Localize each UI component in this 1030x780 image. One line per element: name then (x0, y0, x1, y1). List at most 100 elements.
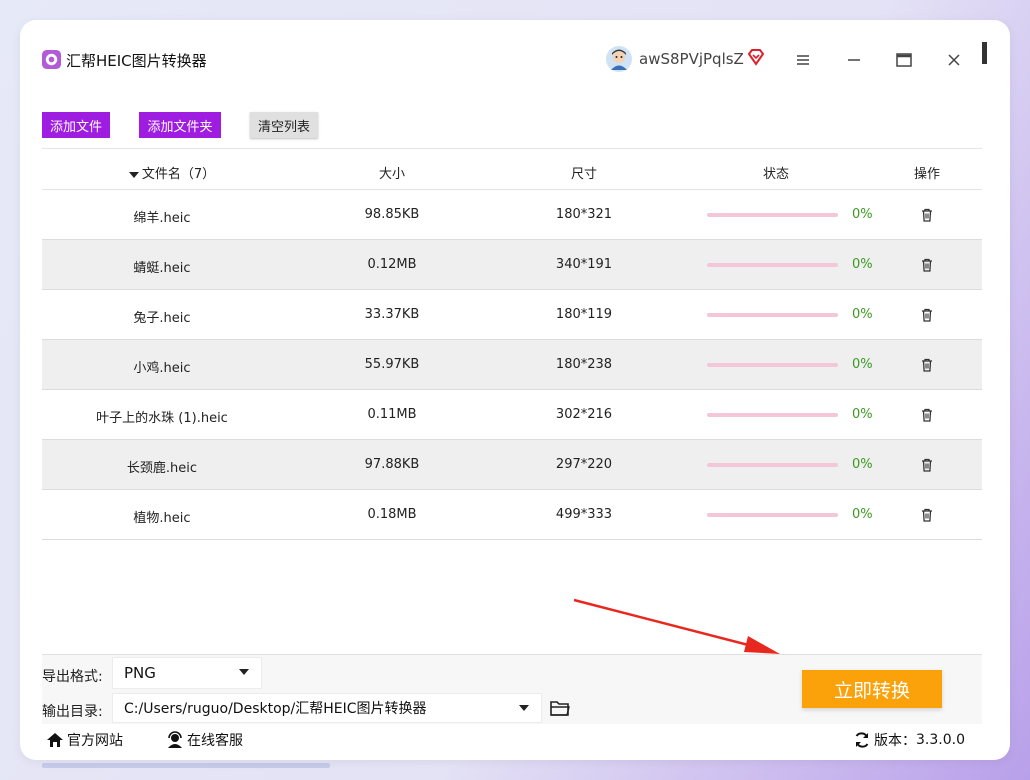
file-size: 0.12MB (367, 257, 417, 272)
progress-bar (707, 213, 838, 217)
file-size: 0.18MB (367, 507, 417, 522)
username[interactable]: awS8PVjPqlsZ (639, 50, 744, 68)
header-action: 操作 (913, 167, 940, 182)
annotation-arrow (573, 598, 780, 654)
progress-percent: 0% (852, 207, 873, 222)
delete-button[interactable] (919, 457, 935, 473)
table-row[interactable]: 小鸡.heic 55.97KB 180*238 0% (42, 340, 982, 390)
file-dimension: 180*119 (555, 307, 613, 322)
version-info: 版本： 3.3.0.0 (853, 730, 965, 750)
file-name: 小鸡.heic (133, 361, 191, 376)
trash-icon (919, 457, 935, 473)
table-row[interactable]: 植物.heic 0.18MB 499*333 0% (42, 490, 982, 540)
progress-bar (707, 513, 838, 517)
home-icon (47, 733, 63, 747)
version-value: 3.3.0.0 (916, 732, 965, 748)
title-bar: 汇帮HEIC图片转换器 awS8PVjPqlsZ (42, 44, 982, 76)
header-size: 大小 (378, 167, 405, 182)
progress-bar (707, 463, 838, 467)
format-value: PNG (124, 664, 156, 682)
maximize-button[interactable] (892, 48, 916, 72)
file-name: 长颈鹿.heic (126, 461, 198, 476)
output-dir-select[interactable]: C:/Users/ruguo/Desktop/汇帮HEIC图片转换器 (112, 693, 542, 723)
clear-list-button[interactable]: 清空列表 (250, 112, 318, 138)
add-file-button[interactable]: 添加文件 (42, 112, 110, 138)
file-dimension: 340*191 (555, 257, 613, 272)
file-name: 兔子.heic (133, 311, 191, 326)
chevron-down-icon (239, 669, 249, 675)
footer: 官方网站 在线客服 版本： 3.3.0.0 (42, 726, 982, 756)
delete-button[interactable] (919, 307, 935, 323)
progress-bar (707, 413, 838, 417)
file-name: 叶子上的水珠 (1).heic (96, 411, 228, 426)
progress-bar (707, 313, 838, 317)
trash-icon (919, 207, 935, 223)
close-button[interactable] (942, 48, 966, 72)
trash-icon (919, 407, 935, 423)
file-dimension: 180*321 (555, 207, 613, 222)
format-label: 导出格式: (42, 669, 103, 685)
app-content: 汇帮HEIC图片转换器 awS8PVjPqlsZ 添加文件 添加文件夹 清空列表… (42, 44, 982, 749)
menu-icon (797, 55, 809, 65)
delete-button[interactable] (919, 357, 935, 373)
progress-bar (707, 263, 838, 267)
add-folder-button[interactable]: 添加文件夹 (139, 112, 221, 138)
format-select[interactable]: PNG (112, 657, 262, 689)
file-size: 0.11MB (367, 407, 417, 422)
header-status: 状态 (762, 167, 789, 182)
progress-percent: 0% (852, 457, 873, 472)
delete-button[interactable] (919, 257, 935, 273)
convert-now-button[interactable]: 立即转换 (802, 670, 942, 708)
maximize-icon (896, 53, 912, 67)
scrollbar-thumb[interactable] (982, 42, 987, 64)
file-size: 98.85KB (364, 207, 420, 222)
file-name: 植物.heic (133, 511, 191, 526)
vip-diamond-icon[interactable] (747, 48, 765, 66)
official-website-link[interactable]: 官方网站 (46, 730, 123, 750)
file-size: 55.97KB (364, 357, 420, 372)
table-row[interactable]: 叶子上的水珠 (1).heic 0.11MB 302*216 0% (42, 390, 982, 440)
progress-percent: 0% (852, 407, 873, 422)
taskbar-strip (42, 763, 330, 768)
file-size: 33.37KB (364, 307, 420, 322)
refresh-icon (855, 732, 869, 748)
file-dimension: 297*220 (555, 457, 613, 472)
official-website-label: 官方网站 (67, 733, 123, 749)
avatar[interactable] (606, 46, 632, 72)
table-row[interactable]: 蜻蜓.heic 0.12MB 340*191 0% (42, 240, 982, 290)
trash-icon (919, 507, 935, 523)
table-header: 文件名（7） 大小 尺寸 状态 操作 (42, 148, 982, 190)
file-dimension: 180*238 (555, 357, 613, 372)
version-label: 版本： (874, 733, 916, 749)
header-name-label: 文件名（7） (141, 167, 216, 182)
table-row[interactable]: 长颈鹿.heic 97.88KB 297*220 0% (42, 440, 982, 490)
trash-icon (919, 257, 935, 273)
file-dimension: 499*333 (555, 507, 613, 522)
file-name: 绵羊.heic (133, 211, 191, 226)
trash-icon (919, 307, 935, 323)
delete-button[interactable] (919, 407, 935, 423)
minimize-icon (848, 59, 860, 61)
close-icon (948, 54, 960, 66)
progress-percent: 0% (852, 257, 873, 272)
menu-button[interactable] (791, 48, 815, 72)
sort-down-icon (128, 171, 139, 178)
table-row[interactable]: 绵羊.heic 98.85KB 180*321 0% (42, 190, 982, 240)
progress-percent: 0% (852, 507, 873, 522)
minimize-button[interactable] (842, 48, 866, 72)
output-dir-value: C:/Users/ruguo/Desktop/汇帮HEIC图片转换器 (124, 701, 427, 717)
progress-bar (707, 363, 838, 367)
header-name[interactable]: 文件名（7） (102, 163, 242, 182)
output-label: 输出目录: (42, 704, 103, 720)
online-support-label: 在线客服 (187, 733, 243, 749)
table-row[interactable]: 兔子.heic 33.37KB 180*119 0% (42, 290, 982, 340)
online-support-link[interactable]: 在线客服 (166, 730, 243, 750)
folder-icon[interactable] (550, 699, 570, 717)
header-dimension: 尺寸 (570, 167, 597, 182)
progress-percent: 0% (852, 307, 873, 322)
progress-percent: 0% (852, 357, 873, 372)
delete-button[interactable] (919, 507, 935, 523)
delete-button[interactable] (919, 207, 935, 223)
app-window: 汇帮HEIC图片转换器 awS8PVjPqlsZ 添加文件 添加文件夹 清空列表… (20, 20, 1010, 760)
file-size: 97.88KB (364, 457, 420, 472)
